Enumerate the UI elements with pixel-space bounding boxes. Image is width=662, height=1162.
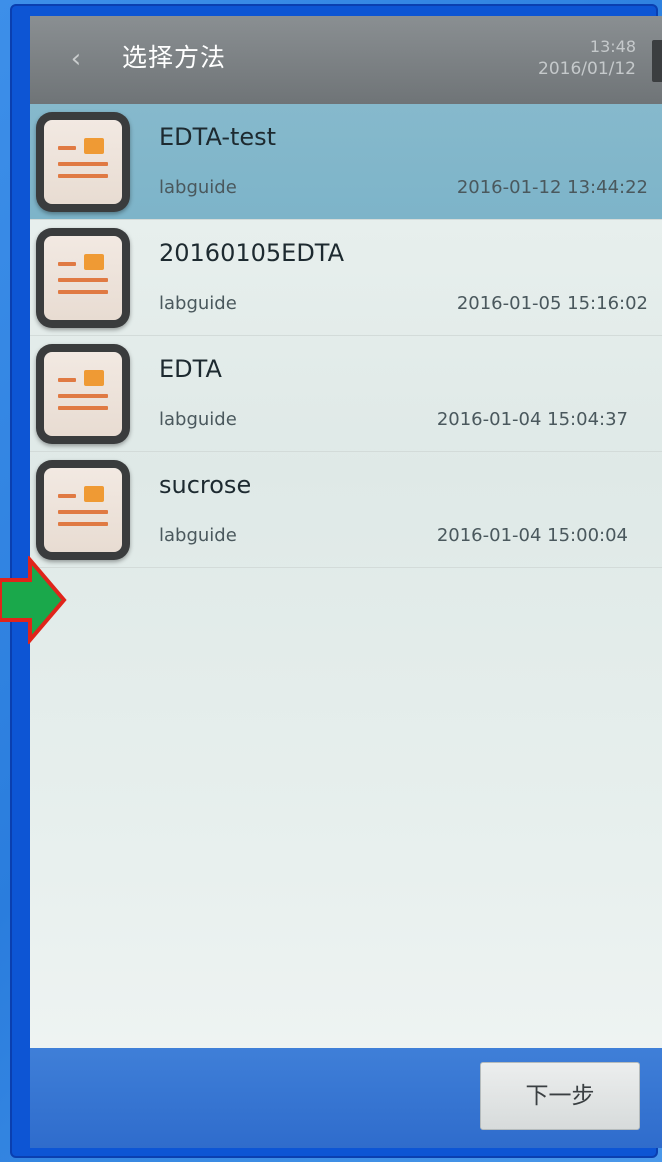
footer-bar: 下一步 (30, 1048, 662, 1148)
method-list: EDTA-test labguide 2016-01-12 13:44:22 2… (30, 104, 662, 568)
method-author: labguide (159, 293, 237, 314)
device-screen: ‹ 选择方法 13:48 2016/01/12 EDTA-test labgui… (30, 16, 662, 1148)
method-date: 2016-01-05 15:16:02 (456, 293, 648, 314)
method-author: labguide (159, 525, 237, 546)
document-icon (36, 344, 130, 444)
document-icon (36, 460, 130, 560)
method-author: labguide (159, 409, 237, 430)
app-header: ‹ 选择方法 13:48 2016/01/12 (30, 16, 662, 104)
list-item[interactable]: EDTA-test labguide 2016-01-12 13:44:22 (30, 104, 662, 220)
battery-icon (652, 40, 662, 82)
list-item[interactable]: EDTA labguide 2016-01-04 15:04:37 (30, 336, 662, 452)
chevron-left-icon[interactable]: ‹ (64, 44, 88, 74)
list-item[interactable]: 20160105EDTA labguide 2016-01-05 15:16:0… (30, 220, 662, 336)
status-clock: 13:48 2016/01/12 (538, 36, 636, 80)
page-title: 选择方法 (122, 43, 227, 72)
arrow-right-icon (0, 556, 67, 644)
method-date: 2016-01-04 15:04:37 (436, 409, 628, 430)
document-icon (36, 112, 130, 212)
method-author: labguide (159, 177, 237, 198)
method-name: EDTA-test (159, 123, 277, 151)
clock-time: 13:48 (589, 37, 636, 56)
clock-date: 2016/01/12 (538, 59, 636, 79)
method-name: 20160105EDTA (159, 239, 345, 267)
method-name: sucrose (159, 471, 252, 499)
list-item[interactable]: sucrose labguide 2016-01-04 15:00:04 (30, 452, 662, 568)
document-icon (36, 228, 130, 328)
next-step-button[interactable]: 下一步 (480, 1062, 640, 1130)
method-date: 2016-01-04 15:00:04 (436, 525, 628, 546)
method-date: 2016-01-12 13:44:22 (456, 177, 648, 198)
method-name: EDTA (159, 355, 222, 383)
